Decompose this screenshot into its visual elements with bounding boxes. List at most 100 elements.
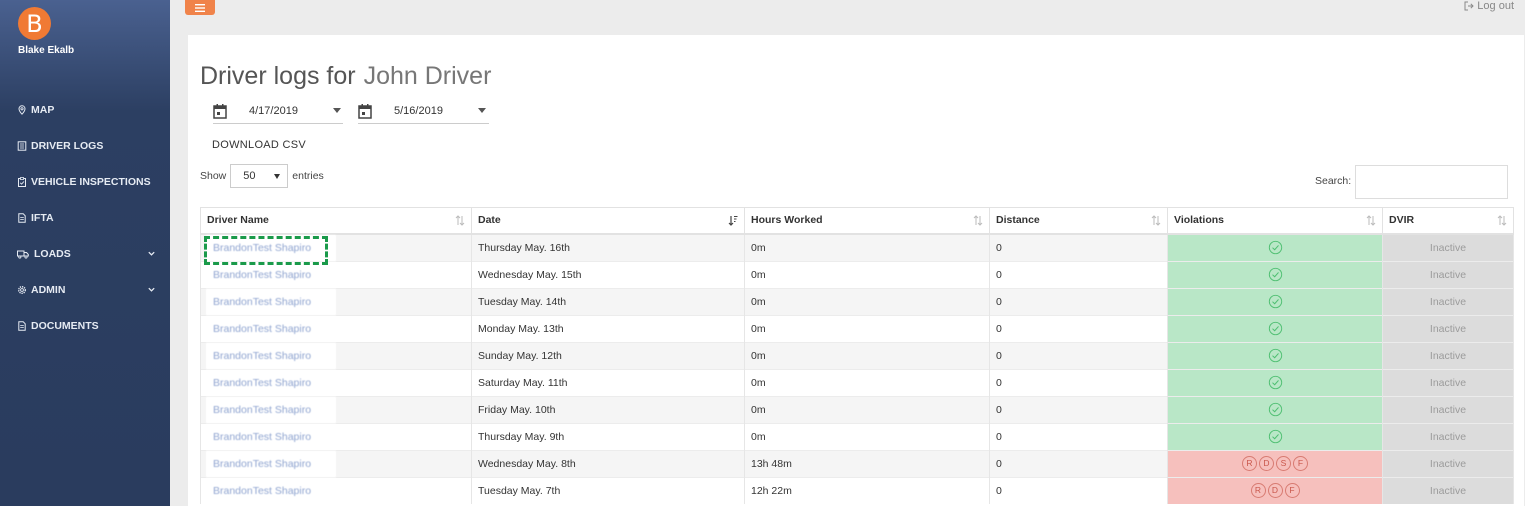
sidebar-item-documents[interactable]: DOCUMENTS xyxy=(0,308,170,344)
sort-icon xyxy=(973,215,983,226)
logout-link[interactable]: Log out xyxy=(1464,0,1514,12)
date-cell: Wednesday May. 8th xyxy=(471,449,745,477)
violation-badge[interactable]: R xyxy=(1250,483,1266,499)
map-pin-icon xyxy=(17,105,28,115)
table-row[interactable]: BrandonTest Shapiro Monday May. 13th 0m 0 In… xyxy=(200,314,1514,342)
log-book-icon xyxy=(17,141,28,151)
column-header-violations[interactable]: Violations xyxy=(1167,207,1383,235)
check-circle-icon xyxy=(1268,429,1282,444)
driver-name-link[interactable]: BrandonTest Shapiro xyxy=(206,234,336,261)
dvir-status-cell: Inactive xyxy=(1382,233,1514,261)
sidebar-item-label: MAP xyxy=(31,104,55,116)
date-cell: Thursday May. 9th xyxy=(471,422,745,450)
logout-label: Log out xyxy=(1477,0,1514,12)
page-title: Driver logs for John Driver xyxy=(200,62,491,91)
user-name: Blake Ekalb xyxy=(18,45,75,56)
table-row[interactable]: BrandonTest Shapiro Friday May. 10th 0m 0 In… xyxy=(200,395,1514,423)
start-date-picker[interactable]: 4/17/2019 xyxy=(213,98,343,124)
violations-cell[interactable] xyxy=(1167,314,1383,342)
check-circle-icon xyxy=(1268,294,1282,309)
hours-worked-cell: 0m xyxy=(744,395,990,423)
column-header-distance[interactable]: Distance xyxy=(989,207,1168,235)
driver-name-link[interactable]: BrandonTest Shapiro xyxy=(206,369,336,396)
driver-name-link[interactable]: BrandonTest Shapiro xyxy=(206,396,336,423)
driver-name-link[interactable]: BrandonTest Shapiro xyxy=(206,450,336,477)
column-header-dvir[interactable]: DVIR xyxy=(1382,207,1514,235)
clipboard-icon xyxy=(17,177,28,187)
driver-name-link[interactable]: BrandonTest Shapiro xyxy=(206,342,336,369)
dvir-status-cell: Inactive xyxy=(1382,449,1514,477)
sidebar-item-loads[interactable]: LOADS xyxy=(0,236,170,272)
violations-cell[interactable] xyxy=(1167,260,1383,288)
driver-name-link[interactable]: BrandonTest Shapiro xyxy=(206,315,336,342)
dropdown-caret-icon[interactable] xyxy=(478,108,486,113)
driver-name-cell: BrandonTest Shapiro xyxy=(200,422,472,450)
calendar-icon[interactable] xyxy=(213,103,227,119)
column-header-date[interactable]: Date xyxy=(471,207,745,235)
end-date-picker[interactable]: 5/16/2019 xyxy=(358,98,489,124)
table-row[interactable]: BrandonTest Shapiro Sunday May. 12th 0m 0 In… xyxy=(200,341,1514,369)
sidebar-item-vehicle-inspections[interactable]: VEHICLE INSPECTIONS xyxy=(0,164,170,200)
driver-name-cell: BrandonTest Shapiro xyxy=(200,476,472,504)
driver-name-link[interactable]: BrandonTest Shapiro xyxy=(206,423,336,450)
search-input[interactable] xyxy=(1355,165,1508,199)
table-row[interactable]: BrandonTest Shapiro Wednesday May. 15th 0m… xyxy=(200,260,1514,288)
driver-name-cell: BrandonTest Shapiro xyxy=(200,287,472,315)
entries-select[interactable]: 50 xyxy=(230,164,289,188)
violations-cell[interactable] xyxy=(1167,368,1383,396)
entries-select-value: 50 xyxy=(243,170,256,182)
table-row[interactable]: BrandonTest Shapiro Tuesday May. 14th 0m 0 I… xyxy=(200,287,1514,315)
chevron-down-icon[interactable] xyxy=(147,285,156,294)
hamburger-icon xyxy=(195,3,205,12)
avatar[interactable]: B xyxy=(18,7,51,40)
hours-worked-cell: 0m xyxy=(744,233,990,261)
violation-badge[interactable]: R xyxy=(1242,456,1257,471)
violation-badge[interactable]: D xyxy=(1267,483,1283,499)
column-header-hours-worked[interactable]: Hours Worked xyxy=(744,207,990,235)
table-row[interactable]: BrandonTest Shapiro Wednesday May. 8th 13h… xyxy=(200,449,1514,477)
date-cell: Monday May. 13th xyxy=(471,314,745,342)
violations-cell[interactable] xyxy=(1167,287,1383,315)
table-row[interactable]: BrandonTest Shapiro Tuesday May. 7th 12h 2… xyxy=(200,476,1514,504)
violations-cell[interactable] xyxy=(1167,341,1383,369)
violations-cell[interactable] xyxy=(1167,395,1383,423)
table-row[interactable]: BrandonTest Shapiro Thursday May. 9th 0m 0 I… xyxy=(200,422,1514,450)
entries-label: entries xyxy=(292,170,324,182)
violation-badge[interactable]: F xyxy=(1293,456,1308,471)
date-cell: Thursday May. 16th xyxy=(471,233,745,261)
violation-badge[interactable]: S xyxy=(1276,456,1291,471)
table-row[interactable]: BrandonTest Shapiro Thursday May. 16th 0m 0… xyxy=(200,233,1514,261)
calendar-icon[interactable] xyxy=(358,103,372,119)
check-circle-icon xyxy=(1268,375,1282,390)
page-title-prefix: Driver logs for xyxy=(200,62,356,90)
sidebar-item-label: LOADS xyxy=(34,248,71,260)
violations-cell[interactable]: RDSF xyxy=(1167,449,1383,477)
download-csv-button[interactable]: DOWNLOAD CSV xyxy=(212,139,306,151)
driver-name-link[interactable]: BrandonTest Shapiro xyxy=(206,261,336,288)
violation-badge[interactable]: D xyxy=(1259,456,1274,471)
sort-icon xyxy=(1151,215,1161,226)
entries-length-control: Show 50 entries xyxy=(200,164,324,188)
column-header-driver-name[interactable]: Driver Name xyxy=(200,207,472,235)
violation-badge[interactable]: F xyxy=(1284,483,1300,499)
hours-worked-cell: 0m xyxy=(744,368,990,396)
distance-cell: 0 xyxy=(989,287,1168,315)
distance-cell: 0 xyxy=(989,368,1168,396)
sidebar-item-map[interactable]: MAP xyxy=(0,92,170,128)
sidebar-item-label: VEHICLE INSPECTIONS xyxy=(31,176,151,188)
dropdown-caret-icon[interactable] xyxy=(333,108,341,113)
driver-name-cell: BrandonTest Shapiro xyxy=(200,368,472,396)
sidebar-item-admin[interactable]: ADMIN xyxy=(0,272,170,308)
violations-cell[interactable] xyxy=(1167,233,1383,261)
sidebar-item-ifta[interactable]: IFTA xyxy=(0,200,170,236)
violations-cell[interactable] xyxy=(1167,422,1383,450)
violations-cell[interactable]: RDF xyxy=(1167,476,1383,504)
driver-name-link[interactable]: BrandonTest Shapiro xyxy=(206,477,336,504)
menu-toggle-button[interactable] xyxy=(185,0,215,15)
sidebar-item-label: IFTA xyxy=(31,212,54,224)
driver-name-link[interactable]: BrandonTest Shapiro xyxy=(206,288,336,315)
chevron-down-icon[interactable] xyxy=(147,249,156,258)
sidebar-item-driver-logs[interactable]: DRIVER LOGS xyxy=(0,128,170,164)
table-row[interactable]: BrandonTest Shapiro Saturday May. 11th 0m 0… xyxy=(200,368,1514,396)
sidebar-item-label: ADMIN xyxy=(31,284,66,296)
